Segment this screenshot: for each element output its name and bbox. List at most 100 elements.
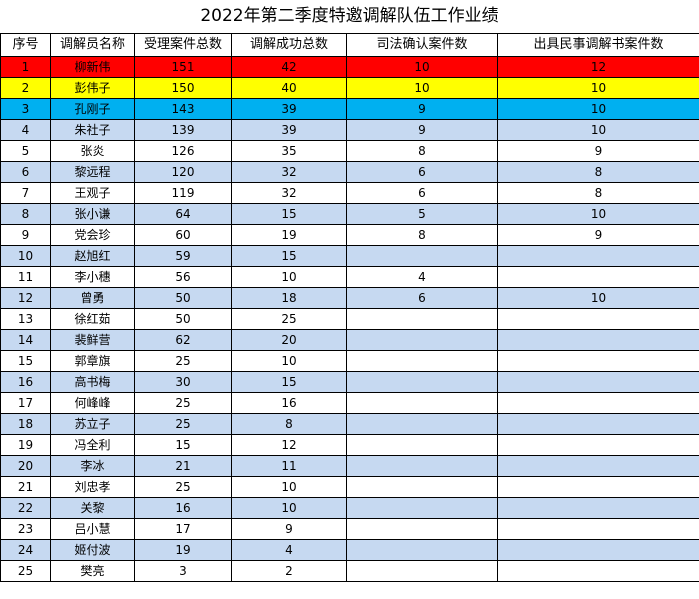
cell-cases-accepted[interactable]: 56 [134,266,232,288]
cell-judicial-confirmations[interactable] [346,476,498,498]
cell-cases-accepted[interactable]: 120 [134,161,232,183]
cell-mediation-documents[interactable] [497,308,699,330]
cell-cases-accepted[interactable]: 16 [134,497,232,519]
cell-index[interactable]: 2 [0,77,51,99]
cell-judicial-confirmations[interactable]: 9 [346,98,498,120]
cell-judicial-confirmations[interactable] [346,497,498,519]
header-cell-judicial-confirmations[interactable]: 司法确认案件数 [346,33,498,57]
cell-index[interactable]: 15 [0,350,51,372]
cell-judicial-confirmations[interactable] [346,350,498,372]
cell-index[interactable]: 8 [0,203,51,225]
cell-cases-mediated[interactable]: 39 [231,98,347,120]
cell-judicial-confirmations[interactable] [346,371,498,393]
cell-judicial-confirmations[interactable] [346,455,498,477]
cell-cases-mediated[interactable]: 25 [231,308,347,330]
cell-cases-mediated[interactable]: 15 [231,203,347,225]
cell-index[interactable]: 21 [0,476,51,498]
cell-mediation-documents[interactable] [497,266,699,288]
cell-index[interactable]: 23 [0,518,51,540]
cell-mediator-name[interactable]: 王观子 [50,182,135,204]
cell-cases-mediated[interactable]: 15 [231,245,347,267]
cell-mediator-name[interactable]: 张小谦 [50,203,135,225]
cell-index[interactable]: 20 [0,455,51,477]
cell-index[interactable]: 6 [0,161,51,183]
cell-cases-accepted[interactable]: 25 [134,476,232,498]
cell-mediator-name[interactable]: 姬付波 [50,539,135,561]
cell-cases-accepted[interactable]: 19 [134,539,232,561]
cell-judicial-confirmations[interactable] [346,518,498,540]
cell-judicial-confirmations[interactable]: 6 [346,287,498,309]
cell-mediation-documents[interactable] [497,497,699,519]
cell-cases-mediated[interactable]: 20 [231,329,347,351]
header-cell-mediation-documents[interactable]: 出具民事调解书案件数 [497,33,699,57]
cell-mediation-documents[interactable]: 8 [497,161,699,183]
cell-mediator-name[interactable]: 何峰峰 [50,392,135,414]
cell-cases-accepted[interactable]: 17 [134,518,232,540]
cell-cases-accepted[interactable]: 30 [134,371,232,393]
cell-mediation-documents[interactable]: 10 [497,119,699,141]
cell-cases-accepted[interactable]: 126 [134,140,232,162]
cell-cases-mediated[interactable]: 40 [231,77,347,99]
cell-mediation-documents[interactable]: 9 [497,224,699,246]
cell-mediation-documents[interactable]: 10 [497,98,699,120]
cell-index[interactable]: 5 [0,140,51,162]
cell-mediation-documents[interactable]: 12 [497,56,699,78]
cell-judicial-confirmations[interactable]: 6 [346,182,498,204]
header-cell-cases-accepted[interactable]: 受理案件总数 [134,33,232,57]
cell-cases-mediated[interactable]: 15 [231,371,347,393]
cell-cases-mediated[interactable]: 2 [231,560,347,582]
cell-mediation-documents[interactable]: 10 [497,287,699,309]
cell-mediation-documents[interactable] [497,518,699,540]
cell-judicial-confirmations[interactable] [346,560,498,582]
cell-mediation-documents[interactable] [497,476,699,498]
cell-mediator-name[interactable]: 朱社子 [50,119,135,141]
cell-mediator-name[interactable]: 李小穗 [50,266,135,288]
cell-judicial-confirmations[interactable]: 8 [346,140,498,162]
cell-cases-mediated[interactable]: 12 [231,434,347,456]
cell-cases-mediated[interactable]: 19 [231,224,347,246]
cell-mediator-name[interactable]: 曾勇 [50,287,135,309]
cell-mediator-name[interactable]: 柳新伟 [50,56,135,78]
cell-index[interactable]: 9 [0,224,51,246]
cell-mediator-name[interactable]: 彭伟子 [50,77,135,99]
cell-cases-mediated[interactable]: 8 [231,413,347,435]
cell-index[interactable]: 4 [0,119,51,141]
cell-judicial-confirmations[interactable]: 6 [346,161,498,183]
cell-index[interactable]: 1 [0,56,51,78]
cell-cases-mediated[interactable]: 11 [231,455,347,477]
cell-mediation-documents[interactable] [497,455,699,477]
cell-index[interactable]: 3 [0,98,51,120]
header-cell-mediator-name[interactable]: 调解员名称 [50,33,135,57]
cell-mediation-documents[interactable] [497,560,699,582]
cell-mediator-name[interactable]: 吕小慧 [50,518,135,540]
cell-cases-accepted[interactable]: 25 [134,413,232,435]
cell-mediator-name[interactable]: 赵旭红 [50,245,135,267]
cell-cases-accepted[interactable]: 15 [134,434,232,456]
cell-judicial-confirmations[interactable] [346,308,498,330]
cell-cases-accepted[interactable]: 25 [134,350,232,372]
cell-mediator-name[interactable]: 刘忠孝 [50,476,135,498]
cell-cases-mediated[interactable]: 10 [231,266,347,288]
cell-mediation-documents[interactable]: 10 [497,203,699,225]
cell-mediation-documents[interactable]: 10 [497,77,699,99]
cell-cases-accepted[interactable]: 151 [134,56,232,78]
cell-cases-mediated[interactable]: 10 [231,350,347,372]
cell-cases-accepted[interactable]: 50 [134,308,232,330]
cell-mediation-documents[interactable] [497,350,699,372]
cell-judicial-confirmations[interactable] [346,245,498,267]
cell-judicial-confirmations[interactable]: 10 [346,56,498,78]
cell-index[interactable]: 24 [0,539,51,561]
cell-cases-accepted[interactable]: 64 [134,203,232,225]
cell-cases-accepted[interactable]: 139 [134,119,232,141]
cell-judicial-confirmations[interactable]: 8 [346,224,498,246]
cell-cases-mediated[interactable]: 4 [231,539,347,561]
cell-cases-mediated[interactable]: 32 [231,182,347,204]
cell-mediation-documents[interactable] [497,329,699,351]
cell-cases-mediated[interactable]: 16 [231,392,347,414]
cell-index[interactable]: 14 [0,329,51,351]
cell-mediator-name[interactable]: 孔刚子 [50,98,135,120]
cell-index[interactable]: 17 [0,392,51,414]
cell-mediation-documents[interactable] [497,245,699,267]
cell-index[interactable]: 11 [0,266,51,288]
cell-mediation-documents[interactable] [497,392,699,414]
